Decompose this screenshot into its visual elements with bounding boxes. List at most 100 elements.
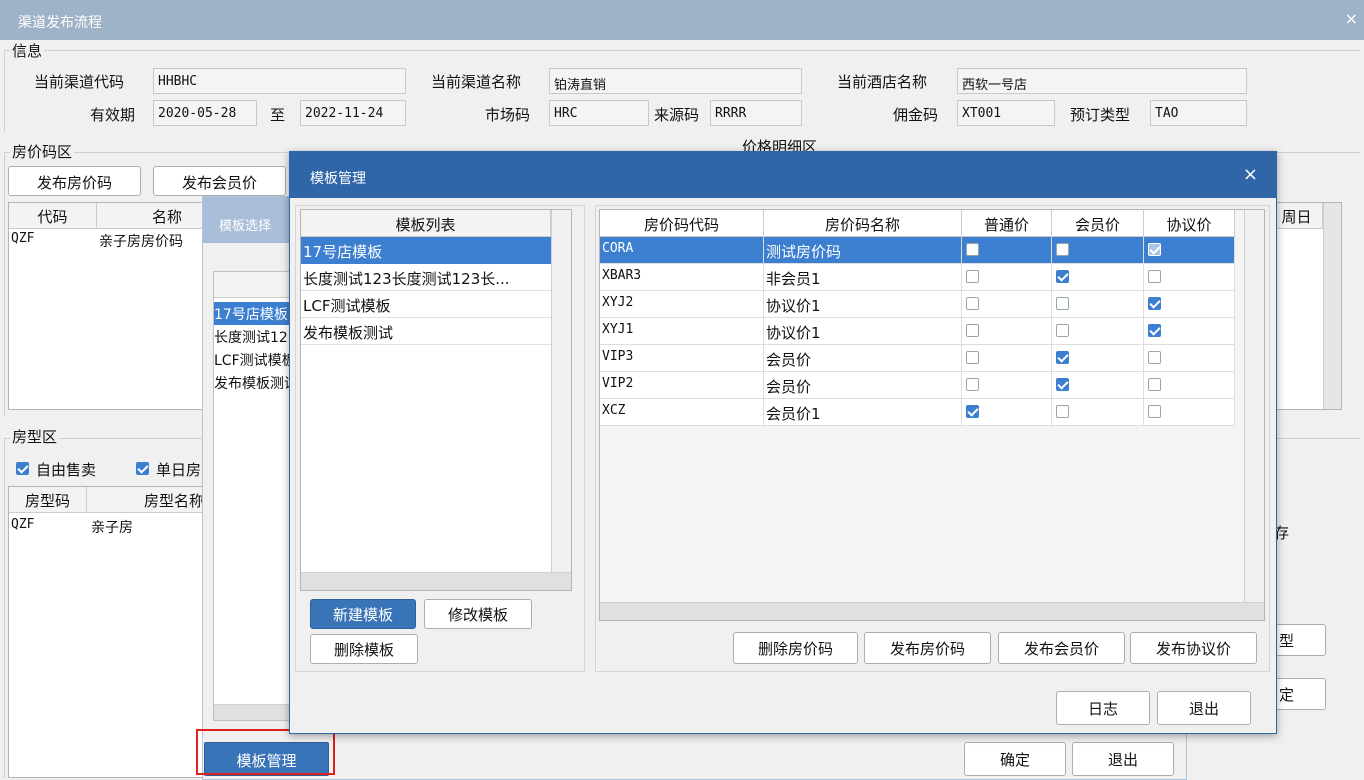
- template-manager-title: 模板管理: [310, 171, 366, 187]
- col-room-name-header: 房型名称: [87, 487, 209, 513]
- vertical-scrollbar[interactable]: [551, 210, 571, 590]
- table-row[interactable]: CORA 测试房价码: [600, 237, 1235, 264]
- market-field[interactable]: HRC: [549, 100, 649, 126]
- checkbox-checked-icon: [1148, 297, 1161, 310]
- checkbox-unchecked-icon: [1056, 324, 1069, 337]
- close-icon[interactable]: ×: [1243, 164, 1258, 185]
- valid-from-field[interactable]: 2020-05-28: [153, 100, 257, 126]
- close-icon[interactable]: ×: [1345, 9, 1358, 28]
- hotel-name-field[interactable]: 西软一号店: [957, 68, 1247, 94]
- normal-price-checkbox-cell[interactable]: [962, 291, 1052, 318]
- checkbox-checked-icon: [1148, 324, 1161, 337]
- rate-name-cell: 会员价1: [764, 399, 962, 426]
- list-header: [214, 272, 298, 298]
- checkbox-unchecked-icon: [1056, 297, 1069, 310]
- booking-type-field[interactable]: TAO: [1150, 100, 1247, 126]
- table-row-name[interactable]: 亲子房: [91, 517, 201, 537]
- list-item[interactable]: 17号店模板: [214, 302, 298, 325]
- normal-price-checkbox-cell[interactable]: [962, 237, 1052, 264]
- agreement-price-checkbox-cell[interactable]: [1144, 399, 1235, 426]
- col-rate-code-header: 房价码代码: [600, 210, 764, 237]
- rate-code-table: 代码 名称 QZF 亲子房房价码: [8, 202, 209, 410]
- member-price-checkbox-cell[interactable]: [1052, 318, 1144, 345]
- list-item[interactable]: LCF测试模板: [301, 291, 551, 318]
- table-row-code[interactable]: QZF: [9, 517, 87, 532]
- publish-member-button[interactable]: 发布会员价: [153, 166, 286, 196]
- agreement-price-checkbox-cell[interactable]: [1144, 345, 1235, 372]
- rate-name-cell: 测试房价码: [764, 237, 962, 264]
- member-price-checkbox-cell[interactable]: [1052, 372, 1144, 399]
- free-sale-checkbox[interactable]: [16, 462, 29, 479]
- template-list: 模板列表 17号店模板 长度测试123长度测试123长... LCF测试模板 发…: [300, 209, 572, 591]
- new-template-button[interactable]: 新建模板: [310, 599, 416, 629]
- valid-to-field[interactable]: 2022-11-24: [300, 100, 406, 126]
- exit-button[interactable]: 退出: [1072, 742, 1174, 776]
- publish-member-price-button[interactable]: 发布会员价: [998, 632, 1125, 664]
- rate-code-cell: VIP2: [600, 372, 764, 399]
- list-item[interactable]: 长度测试123长度测试123长...: [301, 264, 551, 291]
- normal-price-checkbox-cell[interactable]: [962, 399, 1052, 426]
- table-row-name[interactable]: 亲子房房价码: [99, 231, 209, 251]
- list-item[interactable]: 发布模板测试: [301, 318, 551, 345]
- single-day-checkbox[interactable]: [136, 462, 149, 479]
- publish-rate-code-button[interactable]: 发布房价码: [864, 632, 991, 664]
- table-row[interactable]: XYJ1 协议价1: [600, 318, 1235, 345]
- publish-agreement-price-button[interactable]: 发布协议价: [1130, 632, 1257, 664]
- table-row[interactable]: XBAR3 非会员1: [600, 264, 1235, 291]
- normal-price-checkbox-cell[interactable]: [962, 318, 1052, 345]
- publish-rate-button[interactable]: 发布房价码: [8, 166, 141, 196]
- delete-template-button[interactable]: 删除模板: [310, 634, 418, 664]
- commission-field[interactable]: XT001: [957, 100, 1055, 126]
- table-row-code[interactable]: QZF: [9, 231, 97, 246]
- list-item[interactable]: 发布模板测试: [214, 371, 298, 393]
- log-button[interactable]: 日志: [1056, 691, 1150, 725]
- checkbox-unchecked-icon: [966, 378, 979, 391]
- confirm-button[interactable]: 确定: [964, 742, 1066, 776]
- normal-price-checkbox-cell[interactable]: [962, 372, 1052, 399]
- member-price-checkbox-cell[interactable]: [1052, 237, 1144, 264]
- agreement-price-checkbox-cell[interactable]: [1144, 237, 1235, 264]
- checkbox-checked-icon: [1148, 243, 1161, 256]
- vertical-scrollbar[interactable]: [1244, 210, 1264, 602]
- normal-price-checkbox-cell[interactable]: [962, 264, 1052, 291]
- window-title: 渠道发布流程: [18, 15, 102, 31]
- room-type-section-title: 房型区: [10, 426, 60, 447]
- member-price-checkbox-cell[interactable]: [1052, 345, 1144, 372]
- channel-code-field[interactable]: HHBHC: [153, 68, 406, 94]
- member-price-checkbox-cell[interactable]: [1052, 399, 1144, 426]
- exit-button[interactable]: 退出: [1157, 691, 1251, 725]
- agreement-price-checkbox-cell[interactable]: [1144, 372, 1235, 399]
- vertical-scrollbar[interactable]: [1323, 203, 1341, 409]
- rate-name-cell: 协议价1: [764, 318, 962, 345]
- edit-template-button[interactable]: 修改模板: [424, 599, 532, 629]
- agreement-price-checkbox-cell[interactable]: [1144, 264, 1235, 291]
- checkbox-checked-icon: [1056, 270, 1069, 283]
- horizontal-scrollbar[interactable]: [600, 602, 1264, 620]
- table-row[interactable]: VIP2 会员价: [600, 372, 1235, 399]
- channel-code-label: 当前渠道代码: [34, 73, 125, 91]
- normal-price-checkbox-cell[interactable]: [962, 345, 1052, 372]
- table-row[interactable]: XCZ 会员价1: [600, 399, 1235, 426]
- agreement-price-checkbox-cell[interactable]: [1144, 318, 1235, 345]
- channel-name-field[interactable]: 铂涛直销: [549, 68, 802, 94]
- horizontal-scrollbar[interactable]: [301, 572, 571, 590]
- horizontal-scrollbar[interactable]: [214, 704, 298, 720]
- member-price-checkbox-cell[interactable]: [1052, 264, 1144, 291]
- col-name-header: 名称: [97, 203, 209, 229]
- list-item[interactable]: 17号店模板: [301, 237, 551, 264]
- member-price-checkbox-cell[interactable]: [1052, 291, 1144, 318]
- table-row[interactable]: XYJ2 协议价1: [600, 291, 1235, 318]
- list-item[interactable]: 长度测试123长度测试123长...: [214, 325, 298, 347]
- rate-code-grid: 房价码代码 房价码名称 普通价 会员价 协议价 CORA 测试房价码 XBAR3 非会…: [599, 209, 1265, 621]
- agreement-price-checkbox-cell[interactable]: [1144, 291, 1235, 318]
- checkbox-unchecked-icon: [966, 297, 979, 310]
- checkbox-unchecked-icon: [1148, 378, 1161, 391]
- checkbox-checked-icon: [1056, 378, 1069, 391]
- template-select-list: 17号店模板 长度测试123长度测试123长... LCF测试模板 发布模板测试: [213, 271, 299, 721]
- list-item[interactable]: LCF测试模板: [214, 348, 298, 370]
- rate-name-cell: 协议价1: [764, 291, 962, 318]
- template-manager-dialog: 模板管理 × 模板列表 17号店模板 长度测试123长度测试123长... LC…: [289, 151, 1277, 734]
- table-row[interactable]: VIP3 会员价: [600, 345, 1235, 372]
- source-field[interactable]: RRRR: [710, 100, 802, 126]
- delete-rate-code-button[interactable]: 删除房价码: [733, 632, 858, 664]
